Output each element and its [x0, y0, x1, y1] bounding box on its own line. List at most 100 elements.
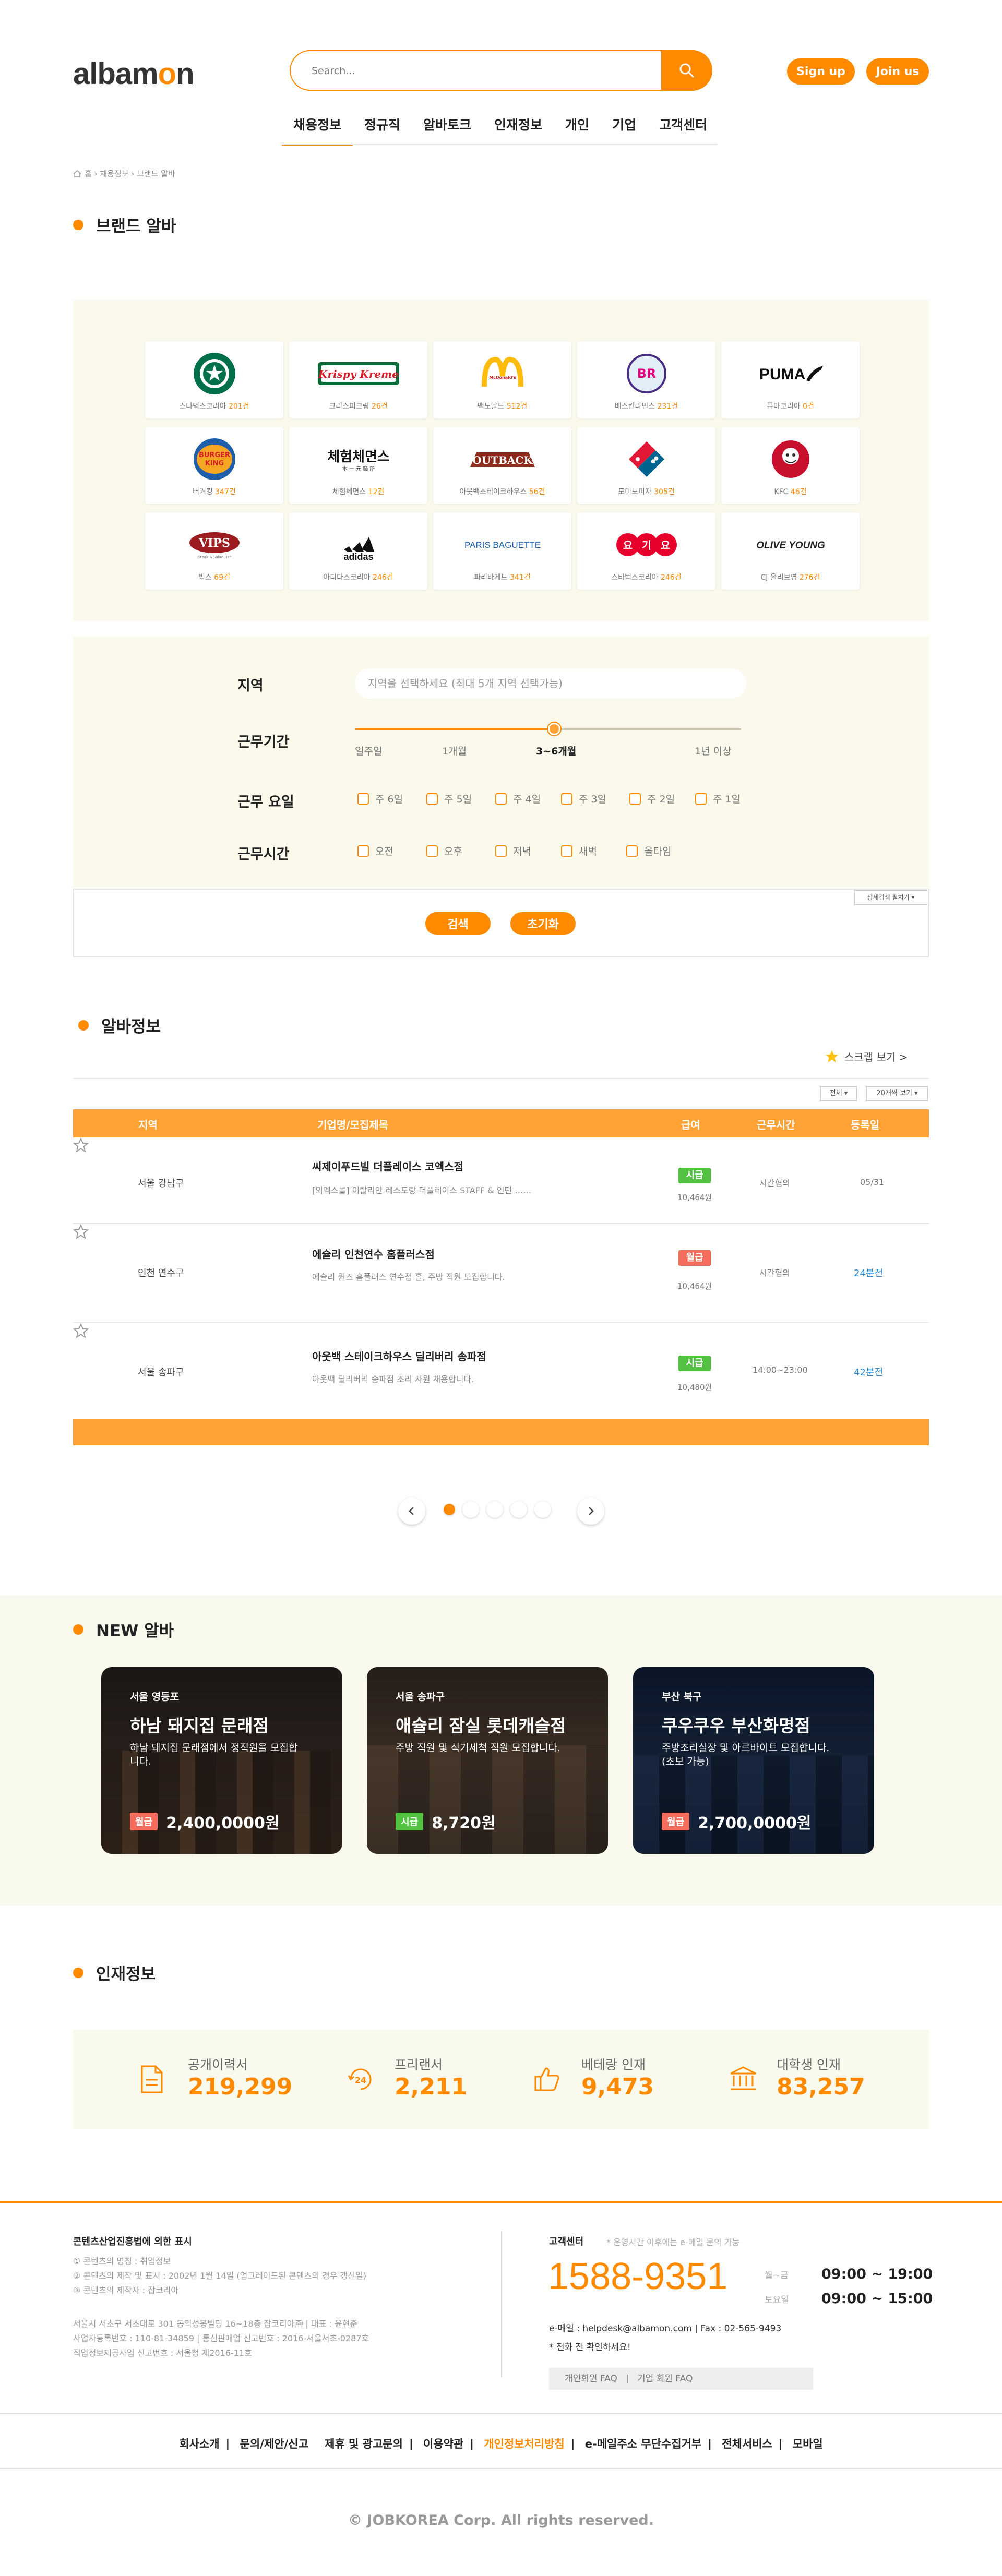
brand-card-puma[interactable]: PUMA 퓨마코리아 0건: [721, 341, 860, 418]
star-icon: [826, 1050, 838, 1062]
page-dot[interactable]: [486, 1501, 503, 1518]
brand-card-kfc[interactable]: KFC 46건: [721, 427, 860, 504]
period-slider-handle[interactable]: [548, 723, 560, 735]
signup-button[interactable]: Sign up: [787, 58, 855, 85]
worktime-morning[interactable]: 오전: [357, 844, 393, 858]
new-job-card[interactable]: 서울 영등포 하남 돼지집 문래점 하남 돼지집 문래점에서 정직원을 모집합니…: [101, 1667, 342, 1854]
link-about[interactable]: 회사소개: [179, 2438, 219, 2450]
row-company[interactable]: 씨제이푸드빌 더플레이스 코엑스점: [312, 1158, 463, 1173]
brand-card-adidas[interactable]: adidas 아디다스코리아 246건: [289, 512, 427, 590]
brand-card-starbucks[interactable]: 스타벅스코리아 201건: [145, 341, 283, 418]
brand-card-vips[interactable]: VIPS Steak & Salad Bar 빕스 69건: [145, 512, 283, 590]
breadcrumb-text: 홈 › 채용정보 › 브랜드 알바: [85, 169, 175, 178]
pagination-dots: [444, 1501, 551, 1518]
link-partnership[interactable]: 제휴 및 광고문의: [325, 2438, 403, 2450]
table-row[interactable]: 서울 송파구 아웃백 스테이크하우스 딜리버리 송파점 아웃백 딜리버리 송파점…: [73, 1323, 929, 1420]
outback-logo-icon: OUTBACK: [470, 452, 535, 467]
reset-button[interactable]: 초기화: [510, 912, 576, 935]
period-tick: 1년 이상: [695, 746, 732, 757]
brand-card-krispykreme[interactable]: Krispy Kreme 크리스피크림 26건: [289, 341, 427, 418]
faq-links[interactable]: 개인회원 FAQ | 기업 회원 FAQ: [549, 2368, 813, 2390]
page-dot-active[interactable]: [444, 1504, 455, 1515]
row-company[interactable]: 아웃백 스테이크하우스 딜리버리 송파점: [312, 1348, 486, 1363]
cs-email: e-메일 : helpdesk@albamon.com | Fax : 02-5…: [549, 2323, 782, 2334]
search-button[interactable]: [661, 50, 712, 91]
nav-support[interactable]: 고객센터: [648, 115, 719, 146]
copyright: © JOBKOREA Corp. All rights reserved.: [348, 2512, 654, 2529]
link-inquiry[interactable]: 문의/제안/신고: [240, 2438, 308, 2450]
brand-card-yogiyo[interactable]: 요기요 스타벅스코리아 246건: [577, 512, 715, 590]
home-icon: [73, 170, 81, 177]
nav-personal[interactable]: 개인: [554, 115, 601, 146]
baskinrobbins-logo-icon: BR: [626, 354, 666, 393]
dominos-logo-icon: [628, 441, 664, 477]
favorite-star-icon[interactable]: [73, 1323, 89, 1339]
scrap-link[interactable]: 스크랩 보기 >: [825, 1049, 908, 1064]
page-size-select[interactable]: 20개씩 보기 ▾: [866, 1086, 928, 1101]
next-page-button[interactable]: [577, 1497, 604, 1525]
favorite-star-icon[interactable]: [73, 1137, 89, 1153]
nav-fulltime[interactable]: 정규직: [353, 115, 412, 146]
region-select[interactable]: 지역을 선택하세요 (최대 5개 지역 선택가능): [355, 668, 746, 699]
link-email-refusal[interactable]: e-메일주소 무단수집거부: [585, 2438, 701, 2450]
brand-label: 아웃백스테이크하우스 56건: [459, 488, 545, 496]
card-region: 부산 북구: [662, 1691, 702, 1703]
worktime-dawn[interactable]: 새벽: [561, 844, 597, 858]
search-input[interactable]: [312, 61, 635, 81]
workday-1[interactable]: 주 1일: [695, 792, 741, 806]
worktime-alltime[interactable]: 올타임: [626, 844, 671, 858]
nav-talent[interactable]: 인재정보: [483, 115, 554, 146]
page-dot[interactable]: [510, 1501, 527, 1518]
card-desc: 주방조리실장 및 아르바이트 모집합니다. (초보 가능): [662, 1742, 830, 1767]
nav-company[interactable]: 기업: [601, 115, 648, 146]
brand-card-chehum[interactable]: 체험체면스 本 一 元 麵 所 체험체면스 12건: [289, 427, 427, 504]
page-dot[interactable]: [462, 1501, 479, 1518]
adidas-logo-icon: adidas: [343, 537, 374, 562]
brand-card-dominos[interactable]: 도미노피자 305건: [577, 427, 715, 504]
search-submit-button[interactable]: 검색: [425, 912, 491, 935]
page-dot[interactable]: [534, 1501, 551, 1518]
brand-card-outback[interactable]: OUTBACK 아웃백스테이크하우스 56건: [433, 427, 571, 504]
clock-24-icon: 24: [348, 2068, 372, 2090]
brand-card-burgerking[interactable]: BURGER KING 버거킹 347건: [145, 427, 283, 504]
link-all-services[interactable]: 전체서비스: [722, 2438, 772, 2450]
link-terms[interactable]: 이용약관: [423, 2438, 463, 2450]
cs-weekday-label: 월~금: [765, 2270, 789, 2281]
stat-label: 베테랑 인재: [581, 2057, 646, 2072]
table-row[interactable]: 인천 연수구 에슐리 인천연수 홈플러스점 에슐리 퀸즈 홈플러스 연수점 홀,…: [73, 1224, 929, 1323]
breadcrumb: 홈 › 채용정보 › 브랜드 알바: [73, 168, 175, 179]
workday-4[interactable]: 주 4일: [495, 792, 541, 806]
link-privacy[interactable]: 개인정보처리방침: [484, 2438, 565, 2450]
albamon-logo[interactable]: albamon: [73, 56, 195, 91]
worktime-afternoon[interactable]: 오후: [426, 844, 462, 858]
card-title: 하남 돼지집 문래점: [130, 1716, 269, 1736]
cs-phone[interactable]: 1588-9351: [548, 2255, 727, 2298]
nav-albatalk[interactable]: 알바토크: [412, 115, 483, 146]
nav-recruit[interactable]: 채용정보: [282, 115, 353, 146]
prev-page-button[interactable]: [398, 1497, 425, 1525]
row-region: 서울 송파구: [138, 1367, 184, 1378]
new-job-card[interactable]: 부산 북구 쿠우쿠우 부산화명점 주방조리실장 및 아르바이트 모집합니다. (…: [633, 1667, 874, 1854]
workday-3[interactable]: 주 3일: [561, 792, 606, 806]
brand-label: 버거킹 347건: [193, 488, 236, 496]
brand-card-mcdonalds[interactable]: McDonald's 맥도날드 512건: [433, 341, 571, 418]
workday-2[interactable]: 주 2일: [629, 792, 675, 806]
jobs-section-title: 알바정보: [78, 1013, 161, 1037]
brand-card-parisbaguette[interactable]: PARIS BAGUETTE 파리바게트 341건: [433, 512, 571, 590]
period-tick-selected: 3~6개월: [536, 746, 577, 757]
link-mobile[interactable]: 모바일: [793, 2438, 823, 2450]
brand-card-baskinrobbins[interactable]: BR 베스킨라빈스 231건: [577, 341, 715, 418]
row-pay: 10,464원: [677, 1281, 712, 1291]
workday-5[interactable]: 주 5일: [426, 792, 472, 806]
filter-all-select[interactable]: 전체 ▾: [820, 1086, 857, 1101]
join-button[interactable]: Join us: [866, 58, 929, 85]
workday-6[interactable]: 주 6일: [357, 792, 403, 806]
row-company[interactable]: 에슐리 인천연수 홈플러스점: [312, 1246, 435, 1261]
brand-card-oliveyoung[interactable]: OLIVE YOUNG CJ 올리브영 276건: [721, 512, 860, 590]
brand-label: 파리바게트 341건: [474, 573, 531, 582]
worktime-evening[interactable]: 저녁: [495, 844, 531, 858]
favorite-star-icon[interactable]: [73, 1224, 89, 1240]
new-job-card[interactable]: 서울 송파구 애슐리 잠실 롯데캐슬점 주방 직원 및 식기세척 직원 모집합니…: [367, 1667, 608, 1854]
detail-search-toggle[interactable]: 상세검색 펼치기 ▾: [854, 890, 927, 905]
table-row[interactable]: 서울 강남구 씨제이푸드빌 더플레이스 코엑스점 [외엑스몰] 이탈리안 레스토…: [73, 1137, 929, 1224]
